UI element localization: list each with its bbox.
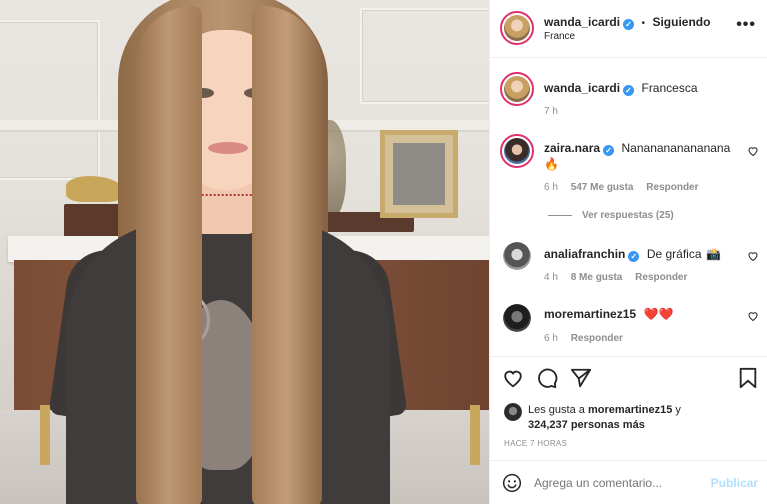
author-avatar[interactable] xyxy=(500,11,534,45)
comment-avatar[interactable] xyxy=(503,242,531,270)
comment: analiafranchin ✓ De gráfica 📸 xyxy=(544,245,721,263)
verified-badge-icon: ✓ xyxy=(623,19,635,30)
verified-badge-icon: ✓ xyxy=(623,85,635,96)
like-heart-icon[interactable] xyxy=(502,367,524,389)
comment-likes[interactable]: 8 Me gusta xyxy=(571,272,623,283)
verified-badge-icon: ✓ xyxy=(603,145,615,156)
publish-button[interactable]: Publicar xyxy=(711,476,758,490)
camera-emoji: 📸 xyxy=(705,247,721,261)
view-replies-label: Ver respuestas (25) xyxy=(582,210,674,221)
lips xyxy=(208,142,248,154)
wall-panel xyxy=(360,8,489,104)
comment-time[interactable]: 6 h xyxy=(544,182,558,193)
caption-avatar[interactable] xyxy=(500,72,534,106)
likes-prefix: Les gusta a xyxy=(528,404,585,416)
likes-user[interactable]: moremartinez15 xyxy=(588,404,672,416)
comment-input[interactable] xyxy=(534,473,704,493)
picture-frame xyxy=(380,130,458,218)
save-bookmark-icon[interactable] xyxy=(738,367,758,389)
comment-like-heart-icon[interactable] xyxy=(747,250,759,262)
replies-line xyxy=(548,214,572,216)
comment-time[interactable]: 4 h xyxy=(544,272,558,283)
share-icon[interactable] xyxy=(570,367,592,389)
hearts-emoji: ❤️❤️ xyxy=(643,307,674,321)
likes-avatar[interactable] xyxy=(504,403,522,421)
comment-avatar[interactable] xyxy=(503,304,531,332)
caption-time[interactable]: 7 h xyxy=(544,106,558,117)
post-photo[interactable] xyxy=(0,0,489,504)
comment: zaira.nara ✓ Nananananananana 🔥 xyxy=(544,140,734,172)
comment-form: Publicar xyxy=(490,460,767,504)
post-location[interactable]: France xyxy=(544,31,575,42)
separator-dot: • xyxy=(641,18,645,29)
comment-username[interactable]: analiafranchin xyxy=(544,247,625,261)
horse-figurine xyxy=(66,176,124,202)
reply-button[interactable]: Responder xyxy=(646,182,698,193)
fire-emoji: 🔥 xyxy=(544,157,559,171)
comment-icon[interactable] xyxy=(536,367,558,389)
post-timestamp[interactable]: HACE 7 HORAS xyxy=(504,439,567,448)
sideboard-leg xyxy=(470,405,480,465)
comment-meta: 6 h 547 Me gusta Responder xyxy=(544,182,699,193)
reply-button[interactable]: Responder xyxy=(635,272,687,283)
comment-username[interactable]: zaira.nara xyxy=(544,141,600,155)
emoji-icon[interactable] xyxy=(502,473,522,493)
more-options-icon[interactable]: ••• xyxy=(736,16,756,34)
comment-meta: 4 h 8 Me gusta Responder xyxy=(544,272,687,283)
comment: moremartinez15 ❤️❤️ xyxy=(544,305,673,323)
verified-badge-icon: ✓ xyxy=(628,251,640,262)
caption: wanda_icardi ✓ Francesca xyxy=(544,79,698,97)
comment-likes[interactable]: 547 Me gusta xyxy=(571,182,634,193)
view-replies-button[interactable]: Ver respuestas (25) xyxy=(548,210,674,221)
likes-summary: Les gusta a moremartinez15 y 324,237 per… xyxy=(528,403,758,433)
caption-text: Francesca xyxy=(641,81,698,95)
likes-count[interactable]: 324,237 xyxy=(528,419,568,431)
likes-connector: y xyxy=(675,404,681,416)
comment-like-heart-icon[interactable] xyxy=(747,145,759,157)
post-side-panel: wanda_icardi ✓ • Siguiendo France ••• wan… xyxy=(489,0,767,504)
comment-avatar[interactable] xyxy=(500,134,534,168)
author-username[interactable]: wanda_icardi xyxy=(544,15,620,29)
sideboard-leg xyxy=(40,405,50,465)
reply-button[interactable]: Responder xyxy=(571,333,623,344)
post-header: wanda_icardi ✓ • Siguiendo France ••• xyxy=(490,0,767,58)
hair-strand xyxy=(252,6,322,504)
comment-meta: 6 h Responder xyxy=(544,333,623,344)
comment-username[interactable]: moremartinez15 xyxy=(544,307,636,321)
author-line: wanda_icardi ✓ • Siguiendo xyxy=(544,13,710,31)
comment-time[interactable]: 6 h xyxy=(544,333,558,344)
following-button[interactable]: Siguiendo xyxy=(652,15,710,29)
likes-suffix[interactable]: personas más xyxy=(571,419,645,431)
hair-strand xyxy=(136,6,202,504)
caption-username[interactable]: wanda_icardi xyxy=(544,81,620,95)
comment-like-heart-icon[interactable] xyxy=(747,310,759,322)
comment-text: De gráfica xyxy=(646,247,702,261)
comment-text: Nananananananana xyxy=(621,141,731,155)
wall-panel xyxy=(0,20,100,180)
